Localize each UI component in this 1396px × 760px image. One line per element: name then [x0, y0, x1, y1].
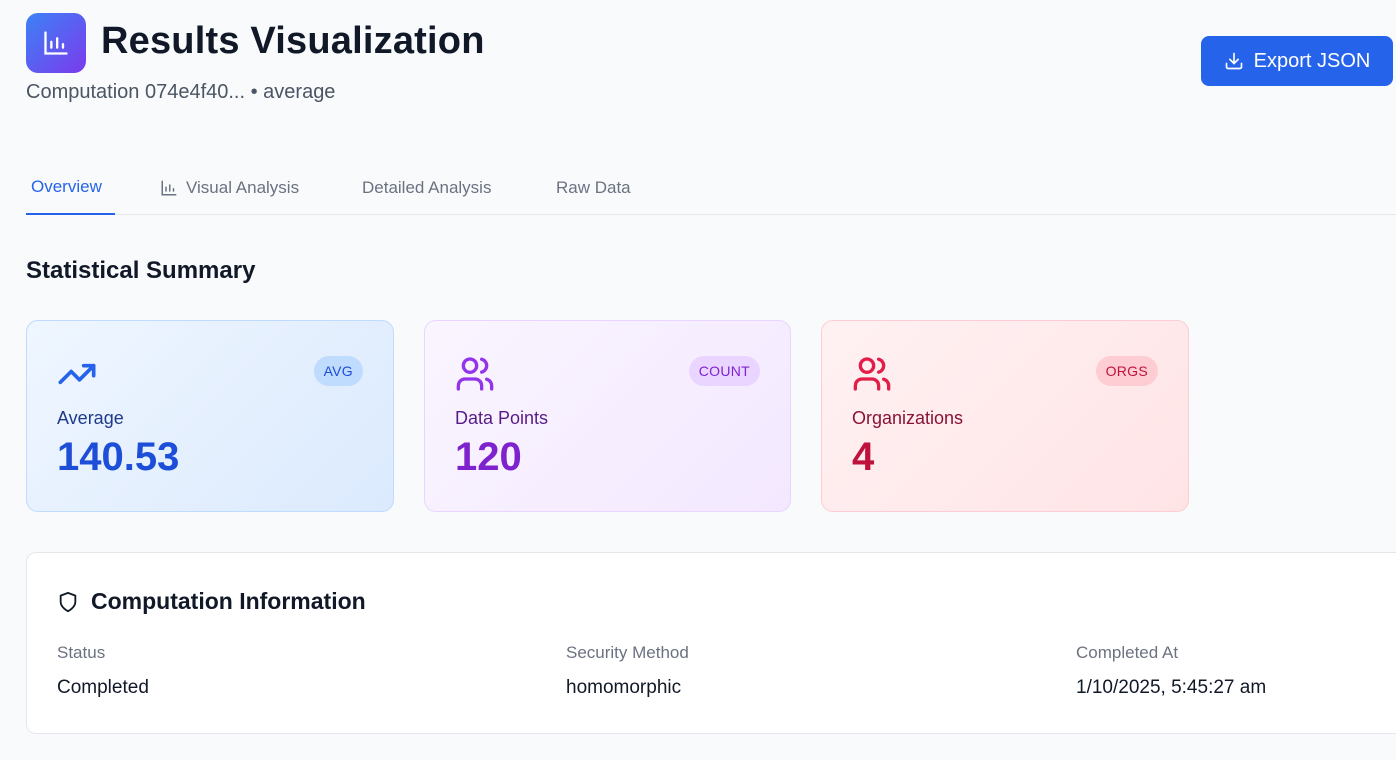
bar-chart-icon	[26, 13, 86, 73]
tab-raw-data[interactable]: Raw Data	[556, 160, 631, 215]
tab-detailed-analysis[interactable]: Detailed Analysis	[362, 160, 491, 215]
security-method-field: Security Method homomorphic	[566, 643, 689, 699]
page-subtitle: Computation 074e4f40... • average	[26, 81, 336, 103]
avg-badge: AVG	[313, 356, 363, 386]
status-field: Status Completed	[57, 643, 149, 699]
security-method-label: Security Method	[566, 643, 689, 662]
users-icon	[853, 357, 891, 391]
completed-at-label: Completed At	[1076, 643, 1179, 662]
orgs-badge: ORGS	[1095, 356, 1158, 386]
export-json-button[interactable]: Export JSON	[1201, 36, 1393, 86]
data-points-card: COUNT Data Points 120	[424, 320, 791, 512]
average-label: Average	[57, 408, 124, 428]
completed-at-value: 1/10/2025, 5:45:27 am	[1076, 677, 1267, 698]
export-json-label: Export JSON	[1253, 49, 1371, 72]
shield-icon	[59, 591, 77, 612]
status-value: Completed	[57, 677, 149, 698]
users-icon	[456, 357, 494, 391]
bar-chart-icon	[161, 180, 177, 195]
data-points-value: 120	[455, 435, 522, 479]
tab-raw-data-label: Raw Data	[556, 177, 631, 197]
status-label: Status	[57, 643, 106, 662]
tab-overview-label: Overview	[31, 176, 102, 196]
organizations-value: 4	[852, 435, 875, 479]
tab-overview[interactable]: Overview	[26, 160, 115, 215]
data-points-label: Data Points	[455, 408, 549, 428]
average-card: AVG Average 140.53	[26, 320, 394, 512]
organizations-card: ORGS Organizations 4	[821, 320, 1189, 512]
page-title: Results Visualization	[101, 20, 485, 62]
tab-bar: Overview Visual Analysis Detailed Analys…	[26, 160, 1396, 215]
security-method-value: homomorphic	[566, 677, 682, 698]
computation-info-panel: Computation Information Status Completed…	[26, 552, 1396, 734]
organizations-label: Organizations	[852, 408, 964, 428]
info-title: Computation Information	[57, 588, 366, 615]
trending-up-icon	[58, 363, 96, 385]
average-value: 140.53	[57, 435, 180, 479]
info-title-label: Computation Information	[91, 588, 366, 614]
tab-visual-analysis-label: Visual Analysis	[186, 177, 300, 197]
results-page: Results Visualization Computation 074e4f…	[0, 0, 1396, 760]
count-badge: COUNT	[688, 356, 760, 386]
download-icon	[1225, 52, 1242, 70]
section-title: Statistical Summary	[26, 257, 256, 284]
completed-at-field: Completed At 1/10/2025, 5:45:27 am	[1076, 643, 1266, 699]
tab-visual-analysis[interactable]: Visual Analysis	[160, 160, 299, 215]
tab-detailed-analysis-label: Detailed Analysis	[362, 177, 492, 197]
